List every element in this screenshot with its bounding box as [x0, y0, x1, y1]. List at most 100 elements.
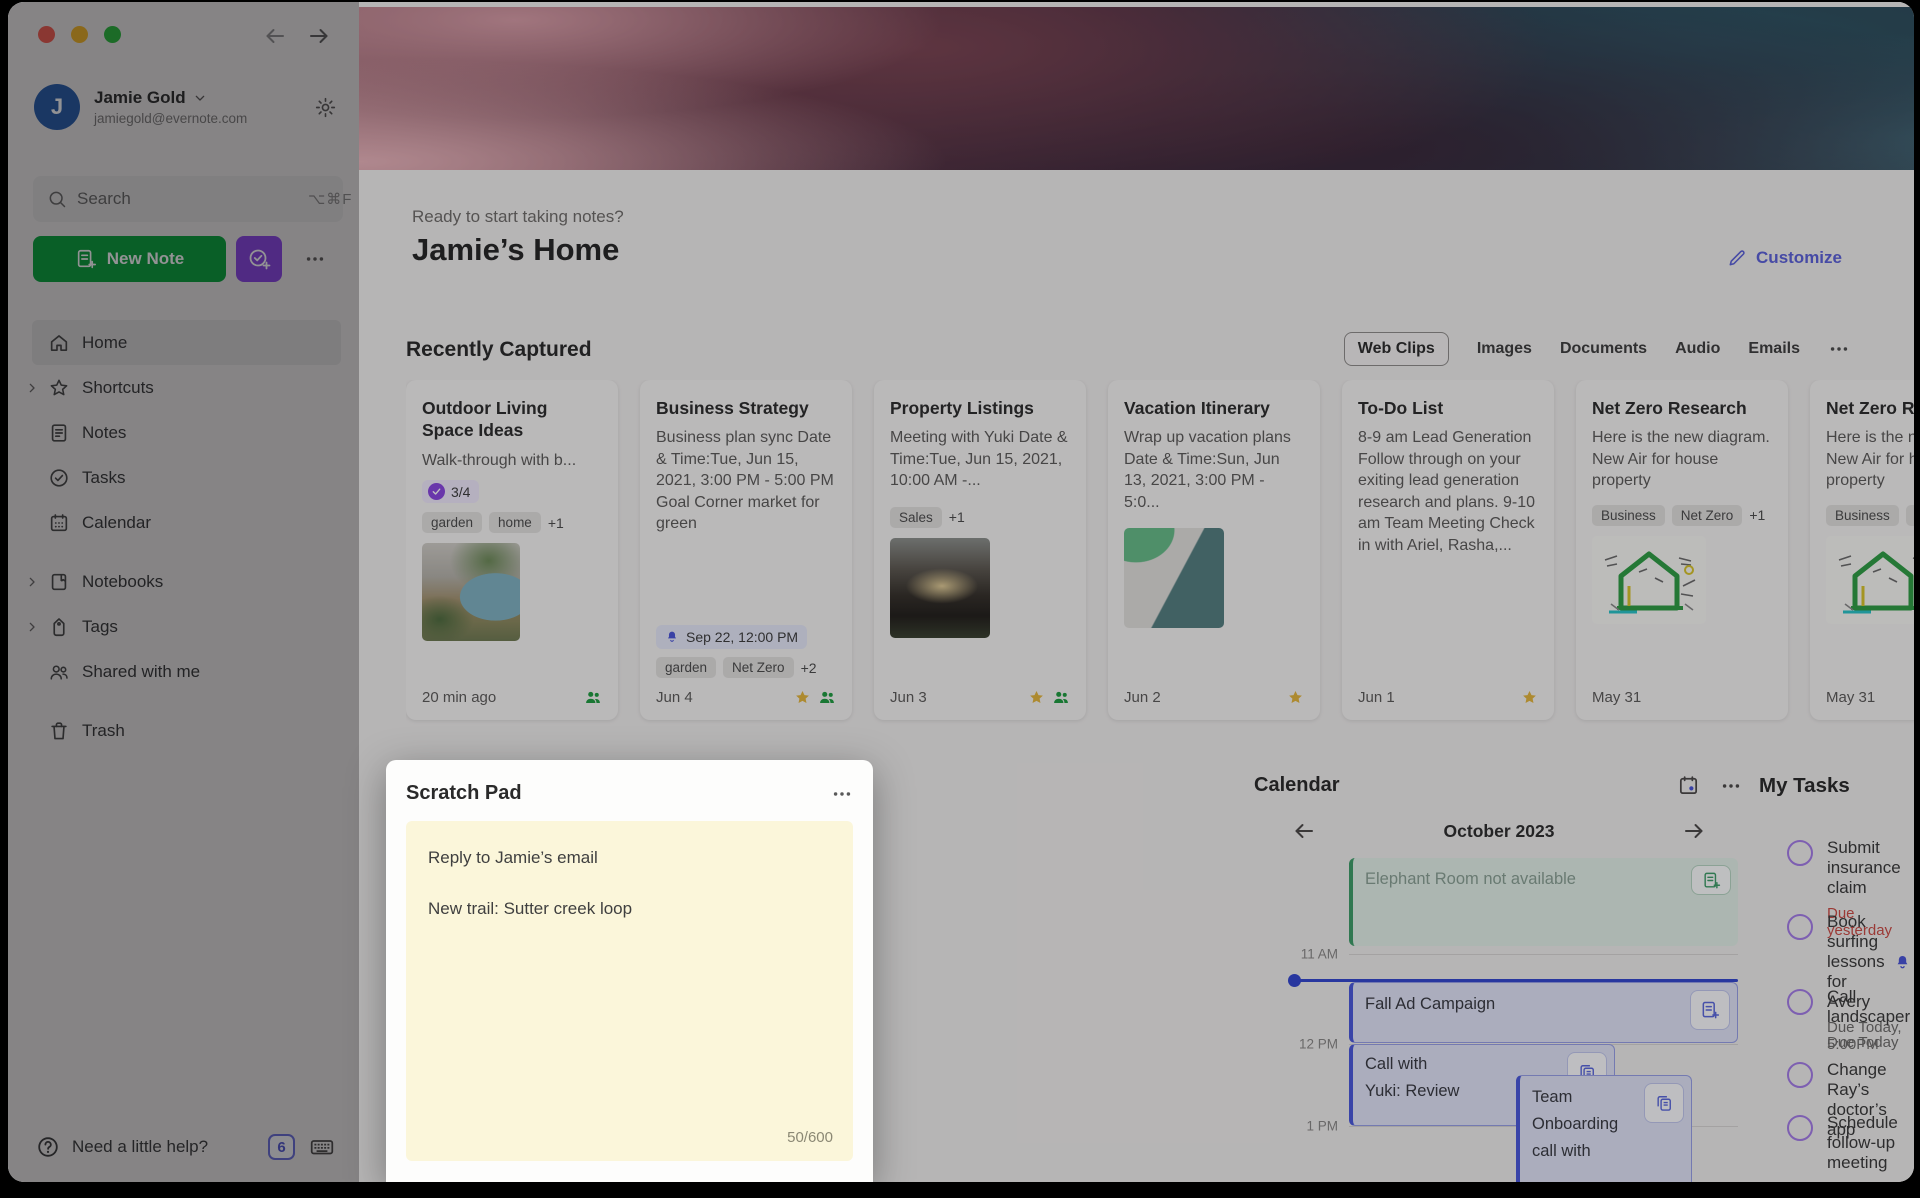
- task-row[interactable]: Schedule follow-up meeting: [1759, 1113, 1900, 1166]
- minimize-window-button[interactable]: [71, 26, 88, 43]
- notebook-icon: [48, 571, 82, 593]
- search-input[interactable]: [77, 189, 298, 209]
- note-card[interactable]: Business Strategy Business plan sync Dat…: [640, 380, 852, 720]
- zoom-window-button[interactable]: [104, 26, 121, 43]
- chevron-right-icon[interactable]: [24, 574, 40, 590]
- header-cover-image: [359, 7, 1914, 170]
- filter-audio[interactable]: Audio: [1675, 340, 1720, 358]
- user-name: Jamie Gold: [94, 88, 186, 108]
- sidebar-item-shared-with-me[interactable]: Shared with me: [8, 649, 359, 694]
- note-date: Jun 4: [656, 689, 693, 706]
- tag-pill[interactable]: Business: [1826, 505, 1899, 526]
- shared-icon: [584, 688, 602, 706]
- chevron-right-icon[interactable]: [24, 380, 40, 396]
- task-row[interactable]: Call landscaper Due Today: [1759, 987, 1900, 1060]
- pencil-icon: [1727, 248, 1747, 268]
- scratch-pad-more-icon[interactable]: [831, 783, 853, 805]
- search-shortcut: ⌥⌘F: [308, 190, 352, 208]
- hour-label: 11 AM: [1254, 947, 1338, 962]
- star-icon: [48, 377, 82, 399]
- tag-pill[interactable]: Net Zero: [1906, 505, 1914, 526]
- ellipsis-icon: [304, 248, 326, 270]
- filter-documents[interactable]: Documents: [1560, 340, 1647, 358]
- calendar-today-icon[interactable]: [1677, 774, 1700, 797]
- note-card[interactable]: Net Zero Research Here is the new diagra…: [1576, 380, 1788, 720]
- recently-captured-heading: Recently Captured: [406, 338, 592, 362]
- forward-arrow-icon[interactable]: [307, 24, 331, 48]
- tag-pill[interactable]: garden: [656, 657, 716, 678]
- new-task-button[interactable]: [236, 236, 282, 282]
- search-bar[interactable]: ⌥⌘F: [33, 176, 343, 222]
- sidebar-item-shortcuts[interactable]: Shortcuts: [8, 365, 359, 410]
- filter-web-clips[interactable]: Web Clips: [1344, 332, 1449, 366]
- filter-images[interactable]: Images: [1477, 340, 1532, 358]
- task-row[interactable]: Book surfing lessons for Avery Due Today…: [1759, 912, 1900, 987]
- sidebar-item-calendar[interactable]: Calendar: [8, 500, 359, 545]
- tag-pill[interactable]: Net Zero: [1672, 505, 1743, 526]
- avatar[interactable]: J: [34, 84, 80, 130]
- help-row[interactable]: Need a little help? 6: [36, 1134, 337, 1160]
- sidebar-item-notebooks[interactable]: Notebooks: [8, 559, 359, 604]
- note-date: Jun 3: [890, 689, 927, 706]
- scratch-pad-line: Reply to Jamie’s email: [428, 845, 831, 871]
- calendar-event-fall-ad-campaign[interactable]: Fall Ad Campaign: [1349, 982, 1738, 1043]
- event-add-note-icon[interactable]: [1690, 990, 1730, 1030]
- note-card-snippet: Meeting with Yuki Date & Time:Tue, Jun 1…: [890, 427, 1070, 491]
- window-controls: [38, 26, 121, 43]
- tag-pill[interactable]: Net Zero: [723, 657, 794, 678]
- tag-pill[interactable]: Sales: [890, 507, 942, 528]
- note-card[interactable]: Vacation Itinerary Wrap up vacation plan…: [1108, 380, 1320, 720]
- calendar-more-icon[interactable]: [1720, 775, 1742, 797]
- task-row[interactable]: Change Ray’s doctor’s app: [1759, 1060, 1900, 1113]
- note-card-title: Net Zero Research: [1592, 397, 1772, 419]
- task-checkbox[interactable]: [1787, 989, 1813, 1015]
- note-card[interactable]: Net Zero Research Here is the new diagra…: [1810, 380, 1914, 720]
- task-checkbox[interactable]: [1787, 1062, 1813, 1088]
- current-time-dot: [1288, 974, 1301, 987]
- new-note-button[interactable]: New Note: [33, 236, 226, 282]
- sidebar-item-tags[interactable]: Tags: [8, 604, 359, 649]
- tag-pill[interactable]: Business: [1592, 505, 1665, 526]
- tag-pill[interactable]: garden: [422, 512, 482, 533]
- note-card[interactable]: Property Listings Meeting with Yuki Date…: [874, 380, 1086, 720]
- calendar-event-team-onboarding[interactable]: Team Onboarding call with: [1516, 1075, 1692, 1182]
- recently-captured-cards: Outdoor Living Space Ideas Walk-through …: [406, 380, 1914, 726]
- task-check-icon: [428, 483, 445, 500]
- scratch-pad-editor[interactable]: Reply to Jamie’s email New trail: Sutter…: [406, 821, 853, 1161]
- note-card[interactable]: Outdoor Living Space Ideas Walk-through …: [406, 380, 618, 720]
- event-copy-note-icon[interactable]: [1644, 1083, 1684, 1123]
- gear-icon[interactable]: [314, 96, 337, 119]
- next-month-arrow-icon[interactable]: [1682, 819, 1706, 843]
- note-card-title: Vacation Itinerary: [1124, 397, 1304, 419]
- sidebar-nav: Home Shortcuts Notes Tasks Calendar: [8, 320, 359, 753]
- filter-emails[interactable]: Emails: [1748, 340, 1800, 358]
- task-checkbox[interactable]: [1787, 914, 1813, 940]
- back-arrow-icon[interactable]: [263, 24, 287, 48]
- hour-label: 12 PM: [1254, 1037, 1338, 1052]
- sidebar-item-home[interactable]: Home: [32, 320, 341, 365]
- page-title: Jamie’s Home: [412, 232, 619, 268]
- account-switcher[interactable]: Jamie Gold jamiegold@evernote.com: [94, 88, 314, 126]
- prev-month-arrow-icon[interactable]: [1292, 819, 1316, 843]
- calendar-event-elephant-room[interactable]: Elephant Room not available: [1349, 858, 1738, 946]
- sidebar-item-notes[interactable]: Notes: [8, 410, 359, 455]
- task-checkbox[interactable]: [1787, 840, 1813, 866]
- task-checkbox[interactable]: [1787, 1115, 1813, 1141]
- sidebar-item-tasks[interactable]: Tasks: [8, 455, 359, 500]
- customize-button[interactable]: Customize: [1727, 248, 1842, 268]
- sidebar-item-trash[interactable]: Trash: [8, 708, 359, 753]
- calendar-icon: [48, 512, 82, 534]
- check-circle-icon: [48, 467, 82, 489]
- chevron-right-icon[interactable]: [24, 619, 40, 635]
- note-card[interactable]: To-Do List 8-9 am Lead Generation Follow…: [1342, 380, 1554, 720]
- notification-count-badge[interactable]: 6: [268, 1134, 295, 1160]
- close-window-button[interactable]: [38, 26, 55, 43]
- tag-pill[interactable]: home: [489, 512, 541, 533]
- filters-more-icon[interactable]: [1828, 338, 1850, 360]
- my-tasks-heading: My Tasks: [1759, 774, 1900, 798]
- keyboard-shortcuts-icon[interactable]: [307, 1134, 337, 1160]
- history-nav: [263, 24, 331, 48]
- sidebar-more-button[interactable]: [292, 236, 338, 282]
- event-add-note-icon[interactable]: [1691, 865, 1731, 895]
- task-row[interactable]: Submit insurance claim Due yesterday: [1759, 838, 1900, 912]
